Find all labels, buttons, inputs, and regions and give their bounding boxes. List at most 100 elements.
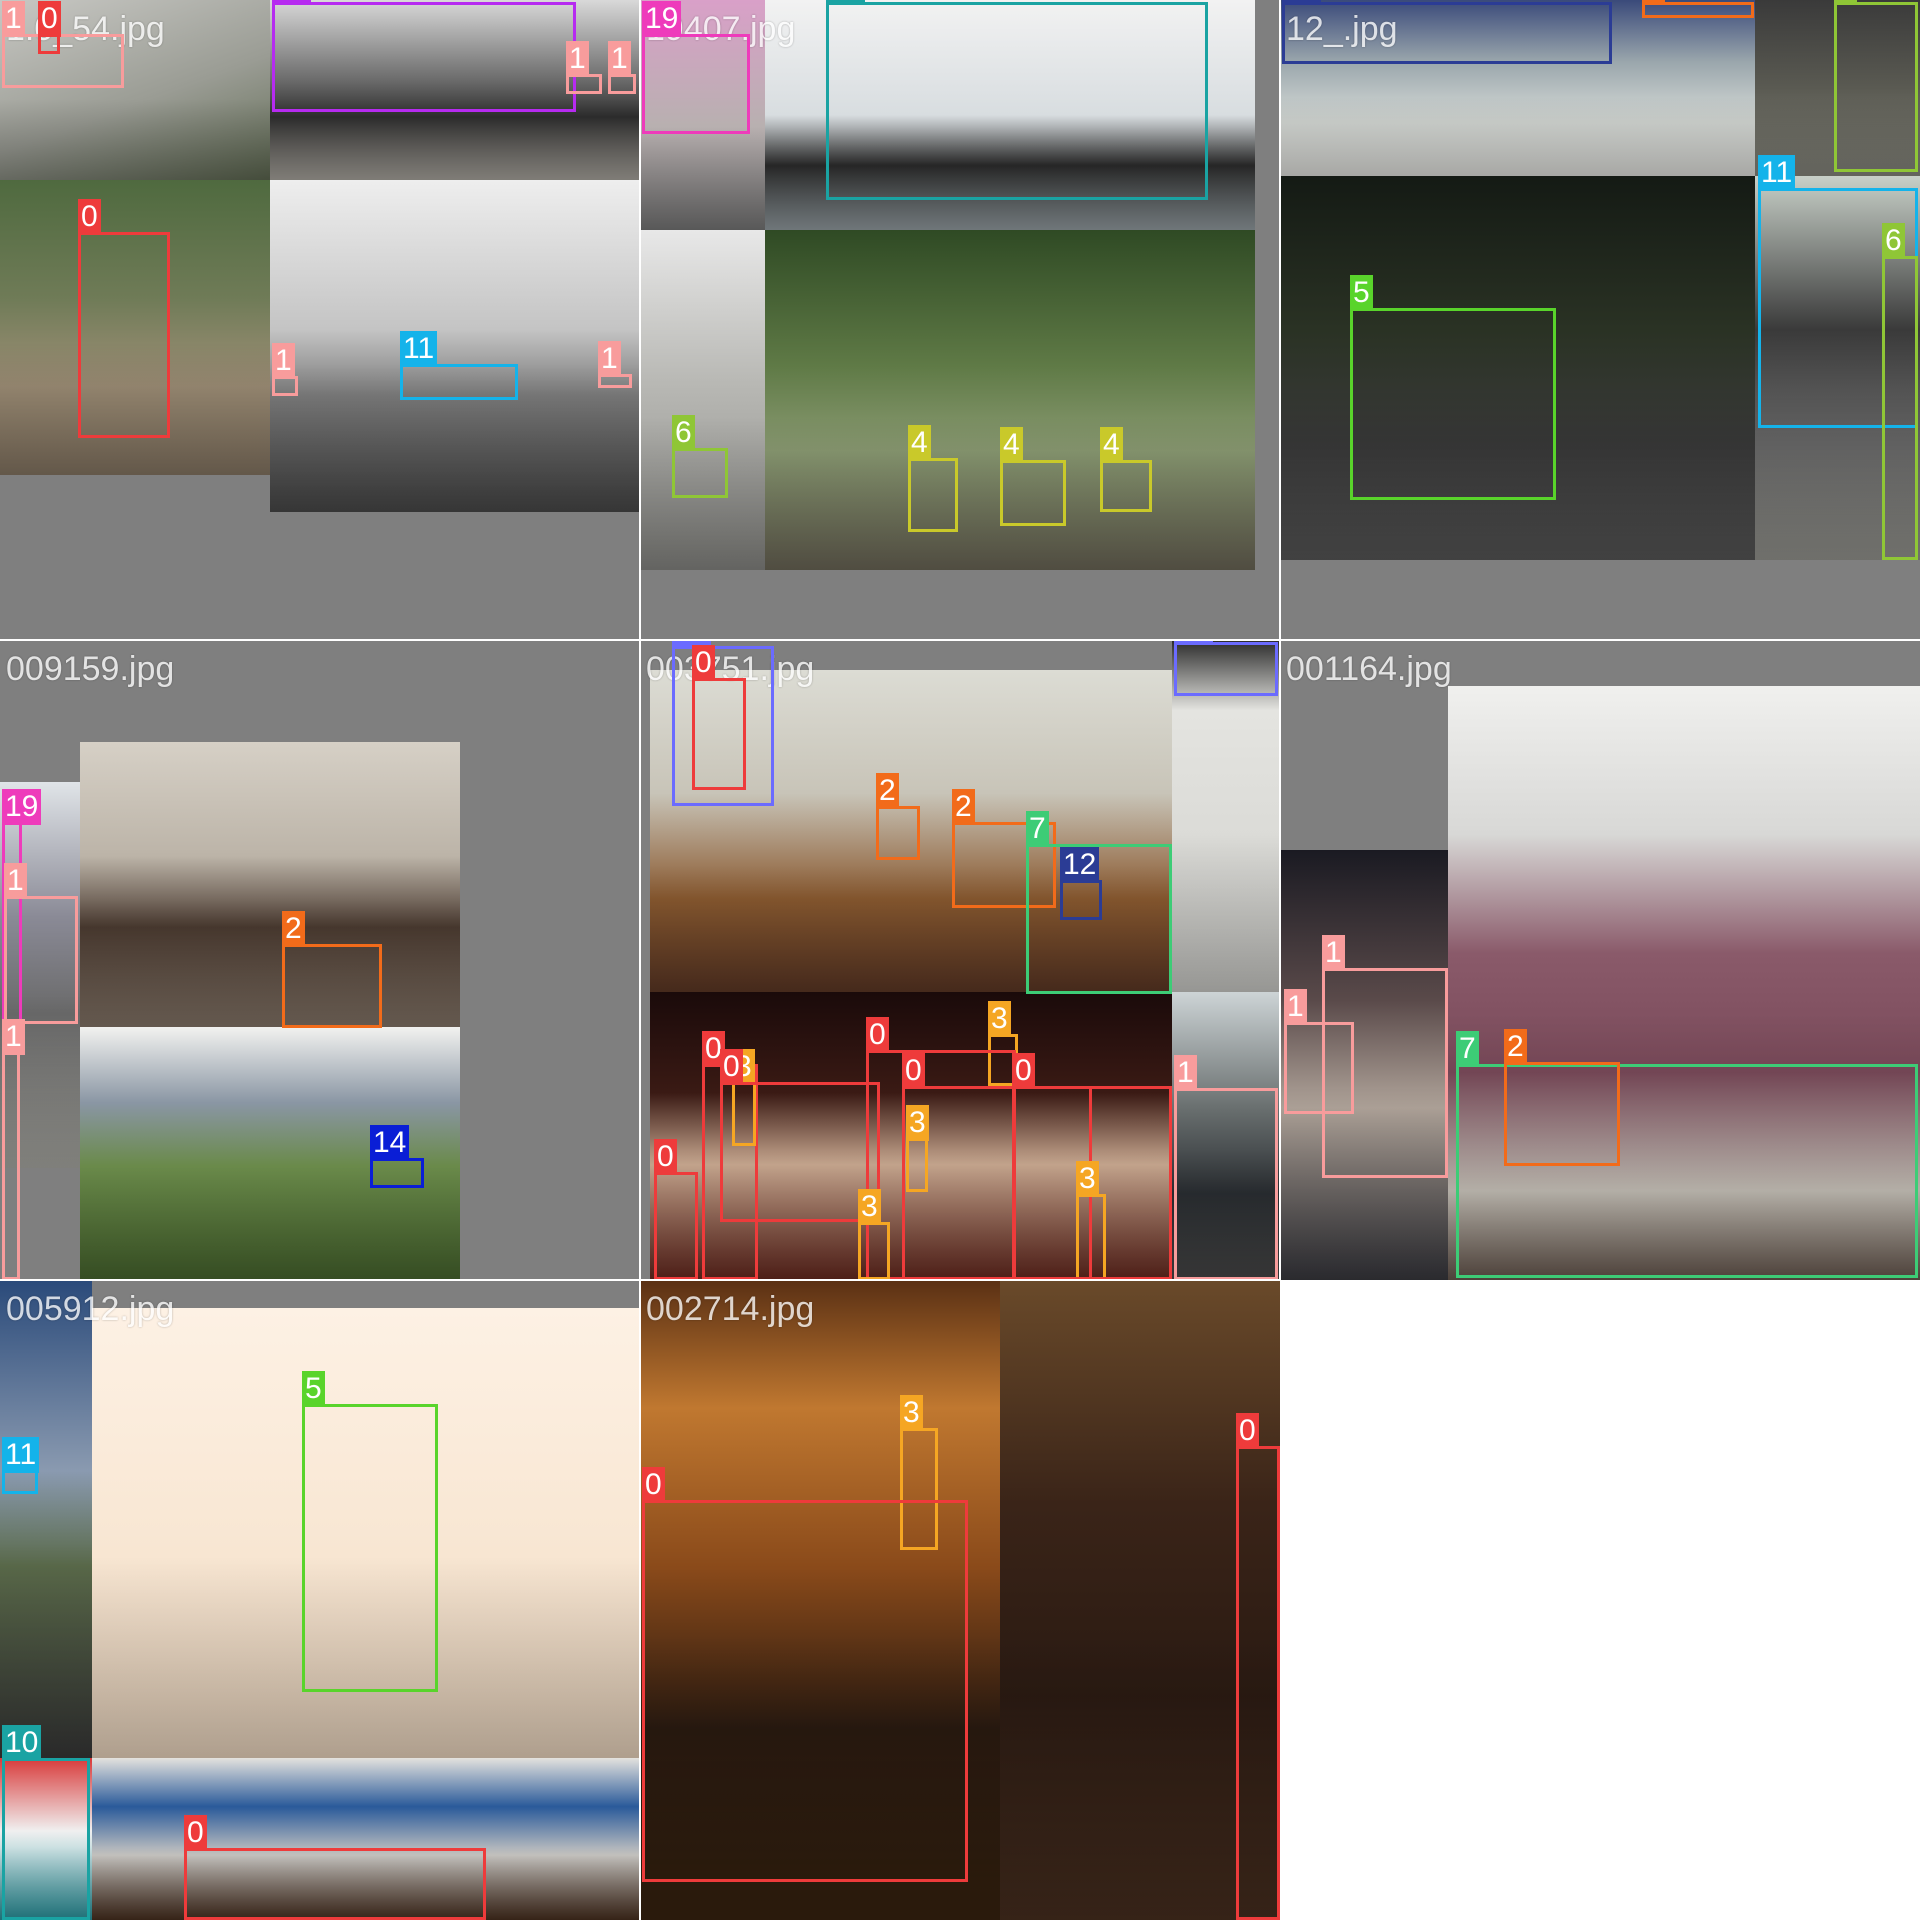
photo-cat-porch: [640, 230, 765, 570]
tile-filename: 001164.jpg: [1286, 650, 1452, 688]
bbox-label: 0: [184, 1815, 207, 1851]
bbox-box: 1: [1284, 989, 1354, 1114]
bbox-box: 14: [370, 1125, 424, 1188]
bbox-box: 3: [906, 1105, 929, 1192]
bbox-box: 1: [2, 1019, 25, 1280]
bbox-label: 19: [642, 1, 682, 37]
bbox-box: 2: [876, 773, 920, 860]
bbox-box: 6: [1882, 223, 1918, 560]
bbox-box: 3: [858, 1189, 890, 1280]
bbox-box: 2: [1504, 1029, 1620, 1166]
bbox-label: 1: [1174, 1055, 1197, 1091]
bbox-box: 10: [826, 0, 1208, 200]
tile-hawk-branch: 005912.jpg 11 5 10 0: [0, 1280, 640, 1920]
tile-hotel-room: 009159.jpg 19 1 1 2 14: [0, 640, 640, 1280]
bbox-label: 7: [1026, 811, 1049, 847]
bbox-label: 11: [1758, 155, 1796, 191]
bbox-box: 0: [38, 1, 61, 54]
bbox-label: 1: [608, 41, 631, 77]
bbox-label: 0: [38, 1, 61, 37]
mosaic-grid: 1.0_54.jpg 1 0 17 1 1 0 1 11 1 19407.jpg…: [0, 0, 1920, 1920]
bbox-label: 0: [866, 1017, 889, 1053]
bbox-label: 0: [1012, 1053, 1035, 1089]
bbox-label: 4: [1100, 427, 1123, 463]
bbox-box: 11: [400, 331, 518, 400]
bbox-box: 1: [1174, 1055, 1278, 1280]
bbox-label: 0: [654, 1139, 677, 1175]
bbox-label: 7: [1456, 1031, 1479, 1067]
tile-filename: 005912.jpg: [6, 1290, 175, 1328]
bbox-box: 1: [566, 41, 602, 94]
photo-bedroom: [80, 742, 460, 1027]
bbox-label: 6: [1882, 223, 1905, 259]
bbox-label: 12: [1282, 0, 1322, 5]
bbox-box: 12: [1060, 847, 1102, 920]
photo-intersection: [270, 180, 640, 512]
tile-filename: 009159.jpg: [6, 650, 175, 688]
bbox-box: 0: [720, 1049, 880, 1222]
bbox-label: 0: [902, 1053, 925, 1089]
bbox-label: 3: [906, 1105, 929, 1141]
bbox-label: 1: [2, 1019, 25, 1055]
tile-bird-motorcycle: 12_.jpg 12 2 6 11 6 5: [1280, 0, 1920, 640]
bbox-label: 4: [908, 425, 931, 461]
grid-divider: [639, 1280, 641, 1920]
tile-dim-bar: 002714.jpg 3 0 0: [640, 1280, 1280, 1920]
bbox-box: 1: [4, 863, 78, 1024]
bbox-label: 10: [826, 0, 866, 5]
bbox-label: 1: [566, 41, 589, 77]
bbox-label: 0: [1236, 1413, 1259, 1449]
bbox-label: 3: [900, 1395, 923, 1431]
tile-empty: [1280, 1280, 1920, 1920]
bbox-box: 0: [642, 1467, 968, 1882]
tile-filename: 002714.jpg: [646, 1290, 815, 1328]
bbox-label: 0: [692, 645, 715, 681]
bbox-label: 5: [1350, 275, 1373, 311]
bbox-label: 17: [272, 0, 312, 5]
bbox-box: 17: [272, 0, 576, 112]
bbox-box: 1: [272, 343, 298, 396]
bbox-label: 1: [272, 343, 295, 379]
bbox-box: 0: [1236, 1413, 1280, 1920]
bbox-box: 0: [184, 1815, 486, 1920]
bbox-box: 13: [1174, 640, 1278, 696]
bbox-box: 1: [608, 41, 636, 94]
tile-living-room-party: 003751.jpg 13 0 13 2 2 7 12 0 0 3 0 3 0 …: [640, 640, 1280, 1280]
bbox-box: 6: [1834, 0, 1918, 172]
bbox-box: 11: [2, 1437, 40, 1494]
bbox-label: 11: [400, 331, 438, 367]
bbox-box: 10: [2, 1725, 90, 1920]
bbox-label: 3: [858, 1189, 881, 1225]
grid-divider: [0, 639, 1920, 641]
bbox-label: 11: [2, 1437, 40, 1473]
bbox-label: 6: [1834, 0, 1857, 5]
bbox-label: 0: [642, 1467, 665, 1503]
bbox-label: 3: [988, 1001, 1011, 1037]
bbox-label: 2: [282, 911, 305, 947]
bbox-box: 4: [1000, 427, 1066, 526]
bbox-label: 1: [1284, 989, 1307, 1025]
bbox-label: 1: [4, 863, 27, 899]
bbox-label: 0: [78, 199, 101, 235]
bbox-label: 1: [598, 341, 621, 377]
bbox-box: 2: [282, 911, 382, 1028]
bbox-box: 5: [302, 1371, 438, 1692]
bbox-box: 4: [908, 425, 958, 532]
bbox-label: 12: [1060, 847, 1100, 883]
bbox-box: 6: [672, 415, 728, 498]
bbox-box: 0: [1012, 1053, 1172, 1280]
photo-street-evening: [0, 1280, 92, 1758]
bbox-box: 5: [1350, 275, 1556, 500]
bbox-box: 2: [1642, 0, 1754, 18]
bbox-box: 0: [692, 645, 746, 790]
tile-train-street: 1.0_54.jpg 1 0 17 1 1 0 1 11 1: [0, 0, 640, 640]
bbox-box: 12: [1282, 0, 1612, 64]
bbox-label: 4: [1000, 427, 1023, 463]
bbox-label: 1: [2, 1, 25, 37]
bbox-box: 19: [642, 1, 750, 134]
bbox-box: 0: [654, 1139, 698, 1280]
bbox-label: 2: [952, 789, 975, 825]
bbox-label: 2: [1504, 1029, 1527, 1065]
bbox-box: 1: [598, 341, 632, 388]
bbox-label: 2: [876, 773, 899, 809]
